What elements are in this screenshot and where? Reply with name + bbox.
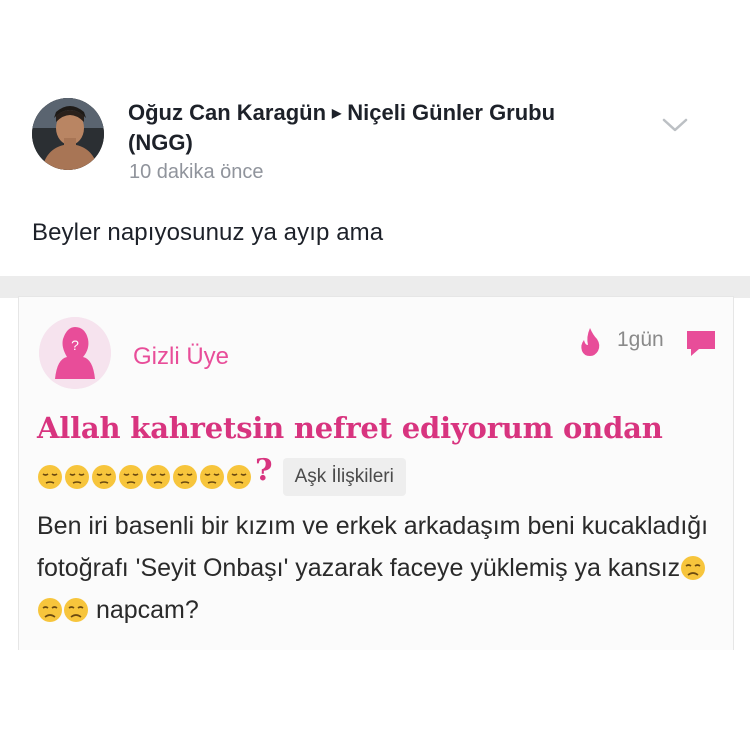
pensive-face-emoji bbox=[146, 465, 170, 489]
body-text-main: Ben iri basenli bir kızım ve erkek arkad… bbox=[37, 512, 709, 582]
author-photo bbox=[32, 98, 104, 170]
author-name[interactable]: Oğuz Can Karagün bbox=[128, 100, 326, 125]
shared-image-card[interactable]: ? Gizli Üye 1gün Allah kahretsin nefret … bbox=[18, 296, 734, 650]
disappointed-face-emoji bbox=[38, 598, 62, 622]
disappointed-face-emoji bbox=[64, 598, 88, 622]
pensive-face-emoji bbox=[227, 465, 251, 489]
pensive-face-emoji bbox=[173, 465, 197, 489]
feed-divider bbox=[0, 276, 750, 298]
anonymous-user-name[interactable]: Gizli Üye bbox=[133, 343, 229, 371]
pensive-face-emoji bbox=[65, 465, 89, 489]
post-timestamp[interactable]: 10 dakika önce bbox=[129, 161, 264, 184]
post-age: 1gün bbox=[617, 328, 664, 351]
pensive-face-emoji bbox=[92, 465, 116, 489]
pensive-face-emoji bbox=[200, 465, 224, 489]
pensive-face-emoji bbox=[38, 465, 62, 489]
title-continuation: ? Aşk İlişkileri bbox=[37, 453, 406, 497]
confession-body: Ben iri basenli bir kızım ve erkek arkad… bbox=[37, 505, 727, 631]
comment-icon[interactable] bbox=[685, 327, 717, 359]
pensive-face-emoji bbox=[119, 465, 143, 489]
category-tag[interactable]: Aşk İlişkileri bbox=[282, 458, 406, 496]
disappointed-face-emoji bbox=[681, 556, 706, 580]
caret-right-icon: ▶ bbox=[332, 106, 342, 120]
facebook-post: Oğuz Can Karagün ▶ Niçeli Günler Grubu (NG… bbox=[0, 88, 750, 278]
anonymous-avatar-icon: ? bbox=[39, 317, 111, 389]
post-header-title: Oğuz Can Karagün ▶ Niçeli Günler Grubu (NG… bbox=[128, 98, 598, 158]
chevron-down-icon[interactable] bbox=[660, 114, 690, 136]
title-question-mark: ? bbox=[255, 453, 273, 488]
post-message: Beyler napıyosunuz ya ayıp ama bbox=[32, 219, 384, 246]
flame-icon bbox=[581, 328, 600, 356]
svg-text:?: ? bbox=[71, 337, 79, 353]
body-text-end: napcam? bbox=[89, 596, 199, 624]
author-avatar[interactable] bbox=[32, 98, 104, 170]
confession-title: Allah kahretsin nefret ediyorum ondan bbox=[37, 411, 663, 445]
